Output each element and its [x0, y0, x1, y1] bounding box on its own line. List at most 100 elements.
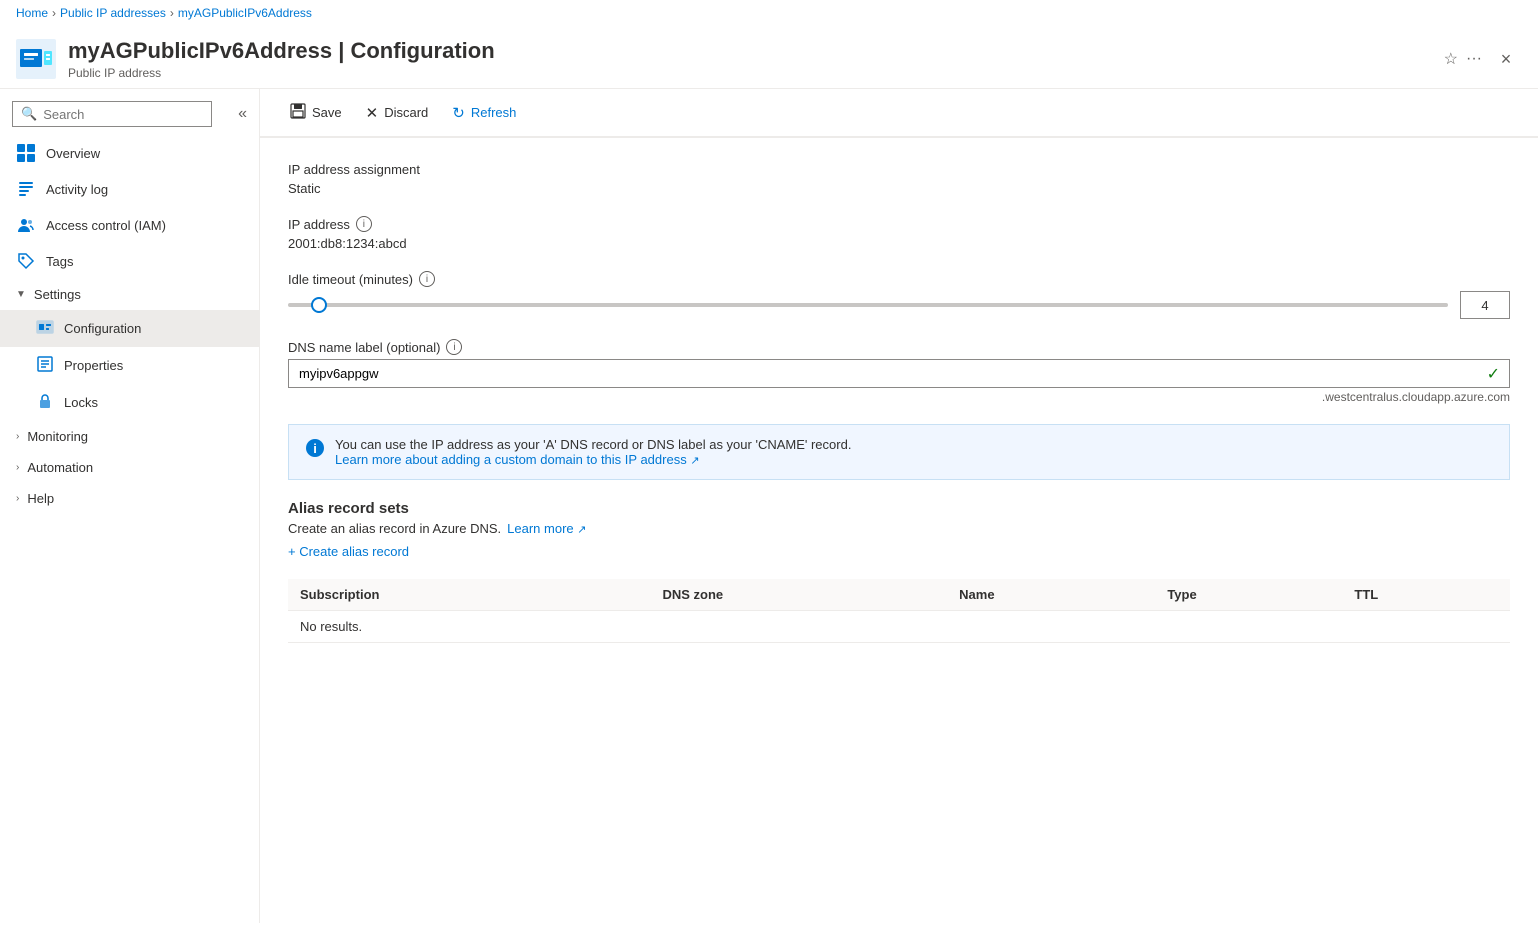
breadcrumb-current: myAGPublicIPv6Address	[178, 6, 312, 20]
col-header-type: Type	[1155, 579, 1342, 611]
breadcrumb-sep-2: ›	[170, 6, 174, 20]
ip-address-label: IP address i	[288, 216, 1510, 232]
sidebar-section-monitoring[interactable]: › Monitoring	[0, 421, 259, 452]
dns-label-group: DNS name label (optional) i ✓ .westcentr…	[288, 339, 1510, 404]
alias-learn-more-link[interactable]: Learn more ↗	[507, 521, 586, 536]
dns-suffix: .westcentralus.cloudapp.azure.com	[288, 390, 1510, 404]
sidebar: 🔍 « Overview Activity log Access control…	[0, 89, 260, 923]
sidebar-item-label-activity-log: Activity log	[46, 182, 108, 197]
col-header-name: Name	[947, 579, 1155, 611]
settings-section-label: Settings	[34, 287, 81, 302]
sidebar-section-automation[interactable]: › Automation	[0, 452, 259, 483]
content-area: IP address assignment Static IP address …	[260, 138, 1538, 667]
activity-log-icon	[16, 179, 36, 199]
idle-timeout-info-icon[interactable]: i	[419, 271, 435, 287]
overview-icon	[16, 143, 36, 163]
sidebar-item-label-iam: Access control (IAM)	[46, 218, 166, 233]
alias-table: Subscription DNS zone Name Type TTL No r…	[288, 579, 1510, 643]
search-input[interactable]	[43, 107, 203, 122]
col-header-dns-zone: DNS zone	[650, 579, 947, 611]
automation-section-label: Automation	[27, 460, 93, 475]
header-actions: ☆ ··· ×	[1444, 43, 1522, 75]
help-section-label: Help	[27, 491, 54, 506]
refresh-button[interactable]: ↻ Refresh	[442, 98, 526, 128]
external-link-icon: ↗	[690, 455, 699, 467]
refresh-label: Refresh	[471, 105, 517, 120]
page-subtitle: Public IP address	[68, 66, 1444, 80]
slider-thumb	[311, 297, 327, 313]
favorite-icon[interactable]: ☆	[1444, 49, 1458, 69]
sidebar-item-label-configuration: Configuration	[64, 321, 141, 336]
info-box-text: You can use the IP address as your 'A' D…	[335, 437, 851, 452]
help-chevron-icon: ›	[16, 493, 19, 504]
settings-chevron-icon: ▼	[16, 289, 26, 300]
info-box-content: You can use the IP address as your 'A' D…	[335, 437, 851, 467]
info-box-icon: i	[305, 438, 325, 463]
resource-icon	[16, 39, 56, 79]
main-content: Save ✕ Discard ↻ Refresh IP address assi…	[260, 89, 1538, 923]
info-box-link[interactable]: Learn more about adding a custom domain …	[335, 452, 700, 467]
ip-assignment-group: IP address assignment Static	[288, 162, 1510, 196]
configuration-icon	[36, 318, 54, 339]
dns-name-input[interactable]	[288, 359, 1510, 388]
save-icon	[290, 103, 306, 122]
slider-value-box: 4	[1460, 291, 1510, 319]
alias-record-sets-section: Alias record sets Create an alias record…	[288, 500, 1510, 559]
automation-chevron-icon: ›	[16, 462, 19, 473]
breadcrumb: Home › Public IP addresses › myAGPublicI…	[0, 0, 1538, 26]
info-box: i You can use the IP address as your 'A'…	[288, 424, 1510, 480]
ip-address-group: IP address i 2001:db8:1234:abcd	[288, 216, 1510, 251]
ip-address-info-icon[interactable]: i	[356, 216, 372, 232]
dns-info-icon[interactable]: i	[446, 339, 462, 355]
header-title-block: myAGPublicIPv6Address | Configuration Pu…	[68, 38, 1444, 80]
save-label: Save	[312, 105, 342, 120]
page-header: myAGPublicIPv6Address | Configuration Pu…	[0, 26, 1538, 89]
page-title: myAGPublicIPv6Address | Configuration	[68, 38, 1444, 64]
ip-assignment-value: Static	[288, 181, 1510, 196]
more-icon[interactable]: ···	[1466, 50, 1482, 68]
sidebar-section-settings[interactable]: ▼ Settings	[0, 279, 259, 310]
alias-section-desc: Create an alias record in Azure DNS. Lea…	[288, 521, 1510, 536]
idle-timeout-group: Idle timeout (minutes) i 4	[288, 271, 1510, 319]
sidebar-item-activity-log[interactable]: Activity log	[0, 171, 259, 207]
properties-icon	[36, 355, 54, 376]
access-control-icon	[16, 215, 36, 235]
sidebar-item-locks[interactable]: Locks	[0, 384, 259, 421]
monitoring-chevron-icon: ›	[16, 431, 19, 442]
search-box[interactable]: 🔍	[12, 101, 212, 127]
collapse-sidebar-icon[interactable]: «	[238, 105, 247, 123]
sidebar-item-access-control[interactable]: Access control (IAM)	[0, 207, 259, 243]
breadcrumb-public-ip[interactable]: Public IP addresses	[60, 6, 166, 20]
breadcrumb-sep-1: ›	[52, 6, 56, 20]
sidebar-item-label-tags: Tags	[46, 254, 73, 269]
slider-row: 4	[288, 291, 1510, 319]
discard-label: Discard	[384, 105, 428, 120]
sidebar-item-tags[interactable]: Tags	[0, 243, 259, 279]
col-header-subscription: Subscription	[288, 579, 650, 611]
sidebar-search-container: 🔍 «	[0, 97, 259, 135]
col-header-ttl: TTL	[1342, 579, 1510, 611]
locks-icon	[36, 392, 54, 413]
alias-section-title: Alias record sets	[288, 500, 1510, 517]
discard-icon: ✕	[366, 104, 379, 122]
close-button[interactable]: ×	[1490, 43, 1522, 75]
breadcrumb-home[interactable]: Home	[16, 6, 48, 20]
sidebar-section-help[interactable]: › Help	[0, 483, 259, 514]
toolbar: Save ✕ Discard ↻ Refresh	[260, 89, 1538, 137]
save-button[interactable]: Save	[280, 97, 352, 128]
table-row-no-results: No results.	[288, 611, 1510, 643]
idle-timeout-slider-container	[288, 295, 1448, 315]
sidebar-item-properties[interactable]: Properties	[0, 347, 259, 384]
create-alias-record-link[interactable]: + Create alias record	[288, 544, 409, 559]
dns-label-label: DNS name label (optional) i	[288, 339, 1510, 355]
sidebar-item-configuration[interactable]: Configuration	[0, 310, 259, 347]
search-icon: 🔍	[21, 106, 37, 122]
no-results-cell: No results.	[288, 611, 1510, 643]
sidebar-item-overview[interactable]: Overview	[0, 135, 259, 171]
discard-button[interactable]: ✕ Discard	[356, 98, 439, 128]
dns-checkmark-icon: ✓	[1487, 364, 1500, 384]
sidebar-item-label-properties: Properties	[64, 358, 123, 373]
svg-text:i: i	[313, 441, 317, 456]
ip-assignment-label: IP address assignment	[288, 162, 1510, 177]
ip-address-value: 2001:db8:1234:abcd	[288, 236, 1510, 251]
